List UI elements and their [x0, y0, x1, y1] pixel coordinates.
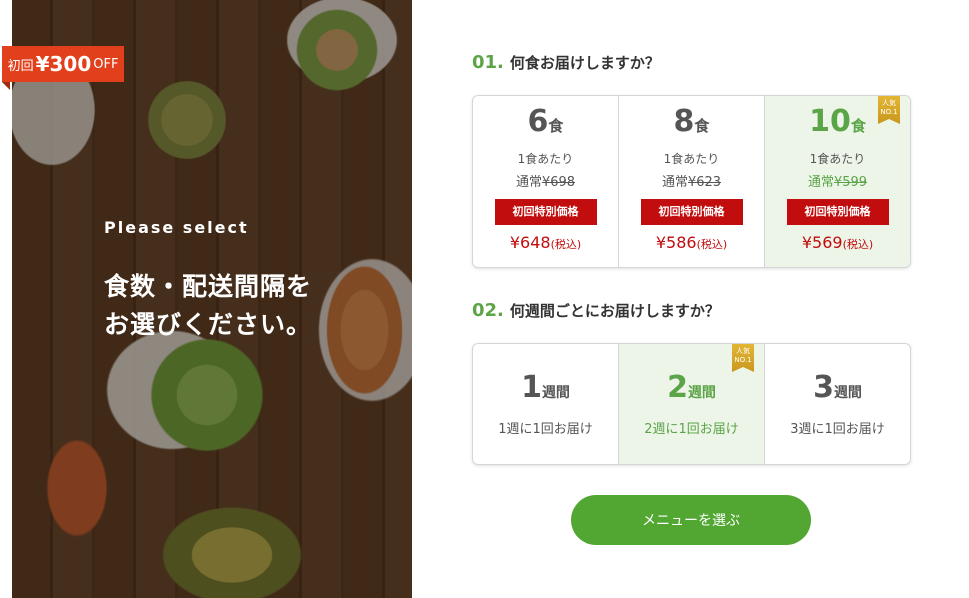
normal-price: 通常¥698	[473, 171, 618, 190]
normal-price-value: ¥623	[687, 175, 722, 190]
badge-amount: ¥300	[35, 52, 92, 76]
delivery-description: 3週に1回お届け	[790, 422, 885, 437]
ribbon-line1: 人気	[882, 99, 896, 107]
sale-price-value: ¥648	[509, 233, 551, 252]
normal-price-label: 通常	[661, 175, 688, 190]
badge-prefix: 初回	[7, 58, 34, 74]
hero-title-line2: お選びください。	[104, 310, 313, 339]
special-price-label: 初回特別価格	[786, 199, 889, 225]
tax-label: (税込)	[842, 238, 874, 251]
ribbon-line2: NO.1	[734, 356, 752, 364]
week-count-unit: 週間	[833, 385, 862, 401]
sale-price: ¥569(税込)	[765, 233, 910, 252]
week-count-unit: 週間	[687, 385, 716, 401]
sale-price: ¥648(税込)	[473, 233, 618, 252]
normal-price: 通常¥623	[619, 171, 764, 190]
ribbon-line1: 人気	[736, 347, 750, 355]
normal-price: 通常¥599	[765, 171, 910, 190]
meal-option-8[interactable]: 8食 1食あたり 通常¥623 初回特別価格 ¥586(税込)	[618, 96, 764, 267]
week-count-number: 3	[813, 370, 834, 405]
interval-option-3-weeks[interactable]: 3週間 3週に1回お届け	[764, 344, 910, 464]
hero-title: 食数・配送間隔を お選びください。	[104, 268, 404, 344]
normal-price-label: 通常	[515, 175, 542, 190]
ribbon-line2: NO.1	[880, 108, 898, 116]
question-number: 01.	[472, 52, 504, 73]
meal-count-number: 8	[673, 104, 695, 139]
tax-label: (税込)	[696, 238, 728, 251]
per-meal-label: 1食あたり	[809, 152, 866, 166]
week-count: 3週間	[765, 370, 910, 406]
normal-price-value: ¥599	[833, 175, 868, 190]
meal-count-number: 10	[809, 104, 851, 139]
week-count: 1週間	[473, 370, 618, 406]
question-text: 何週間ごとにお届けしますか？	[509, 302, 720, 320]
question-number: 02.	[472, 300, 504, 321]
delivery-description: 1週に1回お届け	[498, 422, 593, 437]
question-meals-heading: 01. 何食お届けしますか？	[472, 52, 660, 73]
meal-count: 8食	[619, 104, 764, 140]
interval-options: 1週間 1週に1回お届け 人気 NO.1 2週間 2週に1回お届け 3週間 3週…	[472, 343, 911, 465]
select-menu-button[interactable]: メニューを選ぶ	[571, 495, 811, 545]
sale-price-value: ¥586	[655, 233, 697, 252]
per-meal-label: 1食あたり	[517, 152, 574, 166]
question-text: 何食お届けしますか？	[509, 54, 660, 72]
meal-count-unit: 食	[850, 117, 866, 135]
question-interval-heading: 02. 何週間ごとにお届けしますか？	[472, 300, 720, 321]
normal-price-value: ¥698	[541, 175, 576, 190]
sale-price-value: ¥569	[801, 233, 843, 252]
interval-option-2-weeks[interactable]: 人気 NO.1 2週間 2週に1回お届け	[618, 344, 764, 464]
meal-option-6[interactable]: 6食 1食あたり 通常¥698 初回特別価格 ¥648(税込)	[473, 96, 618, 267]
hero-image: Please select 食数・配送間隔を お選びください。	[12, 0, 412, 598]
meal-count-unit: 食	[694, 117, 710, 135]
meal-count-number: 6	[527, 104, 549, 139]
meal-count: 6食	[473, 104, 618, 140]
sale-price: ¥586(税込)	[619, 233, 764, 252]
week-count: 2週間	[619, 370, 764, 406]
interval-option-1-week[interactable]: 1週間 1週に1回お届け	[473, 344, 618, 464]
special-price-label: 初回特別価格	[494, 199, 597, 225]
per-meal-label: 1食あたり	[663, 152, 720, 166]
hero-subtitle: Please select	[104, 218, 249, 237]
week-count-number: 2	[667, 370, 688, 405]
tax-label: (税込)	[550, 238, 582, 251]
meal-option-10[interactable]: 人気 NO.1 10食 1食あたり 通常¥599 初回特別価格 ¥569(税込)	[764, 96, 910, 267]
week-count-number: 1	[521, 370, 542, 405]
week-count-unit: 週間	[541, 385, 570, 401]
badge-suffix: OFF	[93, 56, 119, 72]
popular-ribbon: 人気 NO.1	[732, 344, 754, 372]
normal-price-label: 通常	[807, 175, 834, 190]
delivery-description: 2週に1回お届け	[644, 422, 739, 437]
meal-count-unit: 食	[548, 117, 564, 135]
hero-title-line1: 食数・配送間隔を	[104, 272, 313, 301]
first-time-discount-badge: 初回 ¥300 OFF	[2, 46, 124, 90]
special-price-label: 初回特別価格	[640, 199, 743, 225]
meal-count-options: 6食 1食あたり 通常¥698 初回特別価格 ¥648(税込) 8食 1食あたり…	[472, 95, 911, 268]
